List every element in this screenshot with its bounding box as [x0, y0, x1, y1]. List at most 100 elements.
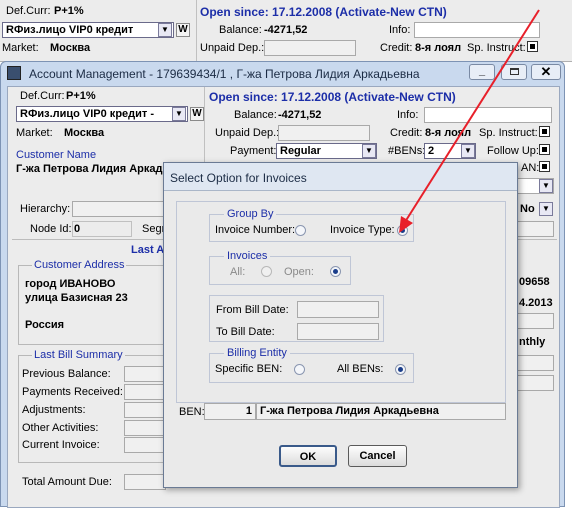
def-curr-value: P+1% — [54, 5, 84, 17]
ban-partial-label: AN: — [521, 162, 540, 174]
address-line-2: улица Базисная 23 — [25, 292, 128, 304]
node-id-field — [72, 221, 132, 237]
close-button[interactable]: ✕ — [531, 64, 561, 80]
open-invoices-label: Open: — [284, 266, 314, 278]
vertical-divider — [196, 0, 197, 62]
market-value: Москва — [64, 127, 105, 139]
credit-label: Credit: — [380, 42, 413, 54]
unpaid-dep-label: Unpaid Dep.: — [200, 42, 265, 54]
sp-instruct-checkbox[interactable] — [527, 41, 538, 52]
payment-dropdown-button[interactable]: ▼ — [362, 144, 376, 158]
background-window: Def.Curr: P+1% RФиз.лицо VIP0 кредит ▼ W… — [0, 0, 572, 62]
balance-value: -4271,52 — [264, 24, 308, 36]
bill-value-field — [124, 402, 166, 418]
open-since-text: Open since: 17.12.2008 (Activate-New CTN… — [200, 5, 447, 19]
market-label: Market: — [2, 42, 39, 54]
balance-label: Balance: — [234, 109, 277, 121]
bill-value-field — [124, 420, 166, 436]
bill-row-label: Adjustments: — [22, 404, 86, 416]
bens-dropdown-button[interactable]: ▼ — [461, 144, 475, 158]
window-title: Account Management - 179639434/1 , Г-жа … — [29, 67, 420, 81]
minimize-button[interactable]: _ — [469, 64, 495, 80]
def-curr-label: Def.Curr: — [6, 5, 51, 17]
credit-value: 8-я лоял — [425, 127, 472, 139]
tariff-dropdown-button[interactable]: ▼ — [172, 107, 186, 121]
dialog-title-bar: Select Option for Invoices — [164, 163, 517, 191]
bill-row-label: Other Activities: — [22, 422, 99, 434]
info-label: Info: — [397, 109, 419, 121]
node-id-label: Node Id: — [30, 223, 72, 235]
partial-dropdown-button[interactable]: ▼ — [539, 179, 553, 193]
info-field[interactable] — [424, 107, 552, 123]
bill-row-label: Current Invoice: — [22, 439, 100, 451]
customer-name-value: Г-жа Петрова Лидия Аркад — [16, 163, 163, 175]
unpaid-dep-field — [264, 40, 356, 56]
all-invoices-label: All: — [230, 266, 246, 278]
right-value-3: nthly — [519, 336, 546, 348]
open-invoices-radio[interactable] — [330, 266, 341, 277]
last-activity-partial-label: Last A — [131, 244, 165, 256]
bill-value-field — [124, 384, 166, 400]
from-bill-date-label: From Bill Date: — [216, 304, 289, 316]
sp-instruct-label: Sp. Instruct: — [479, 127, 538, 139]
balance-value: -4271,52 — [278, 109, 322, 121]
to-bill-date-field[interactable] — [297, 323, 379, 340]
ben-number-field: 1 — [204, 403, 256, 420]
bill-value-field — [124, 366, 166, 382]
invoices-title: Invoices — [224, 250, 271, 262]
customer-name-label: Customer Name — [16, 149, 97, 161]
billing-entity-title: Billing Entity — [224, 347, 290, 359]
invoice-type-label: Invoice Type: — [330, 224, 395, 236]
no-dropdown-button[interactable]: ▼ — [539, 202, 553, 216]
ban-checkbox[interactable] — [539, 161, 550, 172]
right-field-2 — [516, 313, 554, 329]
invoice-number-label: Invoice Number: — [215, 224, 296, 236]
sp-instruct-checkbox[interactable] — [539, 126, 550, 137]
invoice-type-radio[interactable] — [397, 225, 408, 236]
balance-label: Balance: — [219, 24, 262, 36]
w-button[interactable]: W — [176, 23, 190, 37]
tariff-select[interactable]: RФиз.лицо VIP0 кредит — [2, 22, 174, 38]
tariff-dropdown-button[interactable]: ▼ — [158, 23, 172, 37]
cancel-button[interactable]: Cancel — [348, 445, 407, 467]
all-bens-label: All BENs: — [337, 363, 384, 375]
follow-up-label: Follow Up: — [487, 145, 539, 157]
right-field-4 — [516, 375, 554, 391]
unpaid-dep-field — [278, 125, 370, 141]
address-line-3: Россия — [25, 319, 65, 331]
all-bens-radio[interactable] — [395, 364, 406, 375]
info-label: Info: — [389, 24, 411, 36]
ben-label: BEN: — [179, 406, 205, 418]
ben-name-field: Г-жа Петрова Лидия Аркадьевна — [256, 403, 506, 420]
all-invoices-radio[interactable] — [261, 266, 272, 277]
w-button[interactable]: W — [190, 107, 204, 121]
follow-up-checkbox[interactable] — [539, 144, 550, 155]
credit-label: Credit: — [390, 127, 423, 139]
bill-row-label: Payments Received: — [22, 386, 123, 398]
right-field-1 — [516, 221, 554, 237]
invoice-number-radio[interactable] — [295, 225, 306, 236]
tariff-select[interactable]: RФиз.лицо VIP0 кредит - — [16, 106, 188, 122]
ok-button[interactable]: OK — [279, 445, 337, 467]
market-value: Москва — [50, 42, 91, 54]
def-curr-label: Def.Curr: — [20, 90, 65, 102]
bill-value-field — [124, 437, 166, 453]
bens-label: #BENs: — [388, 145, 426, 157]
info-field[interactable] — [414, 22, 540, 38]
sp-instruct-label: Sp. Instruct: — [467, 42, 526, 54]
customer-address-group — [18, 265, 166, 345]
hierarchy-label: Hierarchy: — [20, 203, 71, 215]
open-since-text: Open since: 17.12.2008 (Activate-New CTN… — [209, 90, 456, 104]
right-value-1: 09658 — [519, 276, 550, 288]
total-amount-due-label: Total Amount Due: — [22, 476, 112, 488]
maximize-button[interactable] — [501, 64, 527, 80]
app-icon — [7, 66, 21, 80]
specific-ben-radio[interactable] — [294, 364, 305, 375]
invoice-options-dialog: Select Option for Invoices Group By Invo… — [163, 162, 518, 488]
right-field-3 — [516, 355, 554, 371]
last-bill-summary-title: Last Bill Summary — [32, 349, 125, 361]
specific-ben-label: Specific BEN: — [215, 363, 283, 375]
from-bill-date-field[interactable] — [297, 301, 379, 318]
def-curr-value: P+1% — [66, 90, 96, 102]
address-line-1: город ИВАНОВО — [25, 278, 116, 290]
